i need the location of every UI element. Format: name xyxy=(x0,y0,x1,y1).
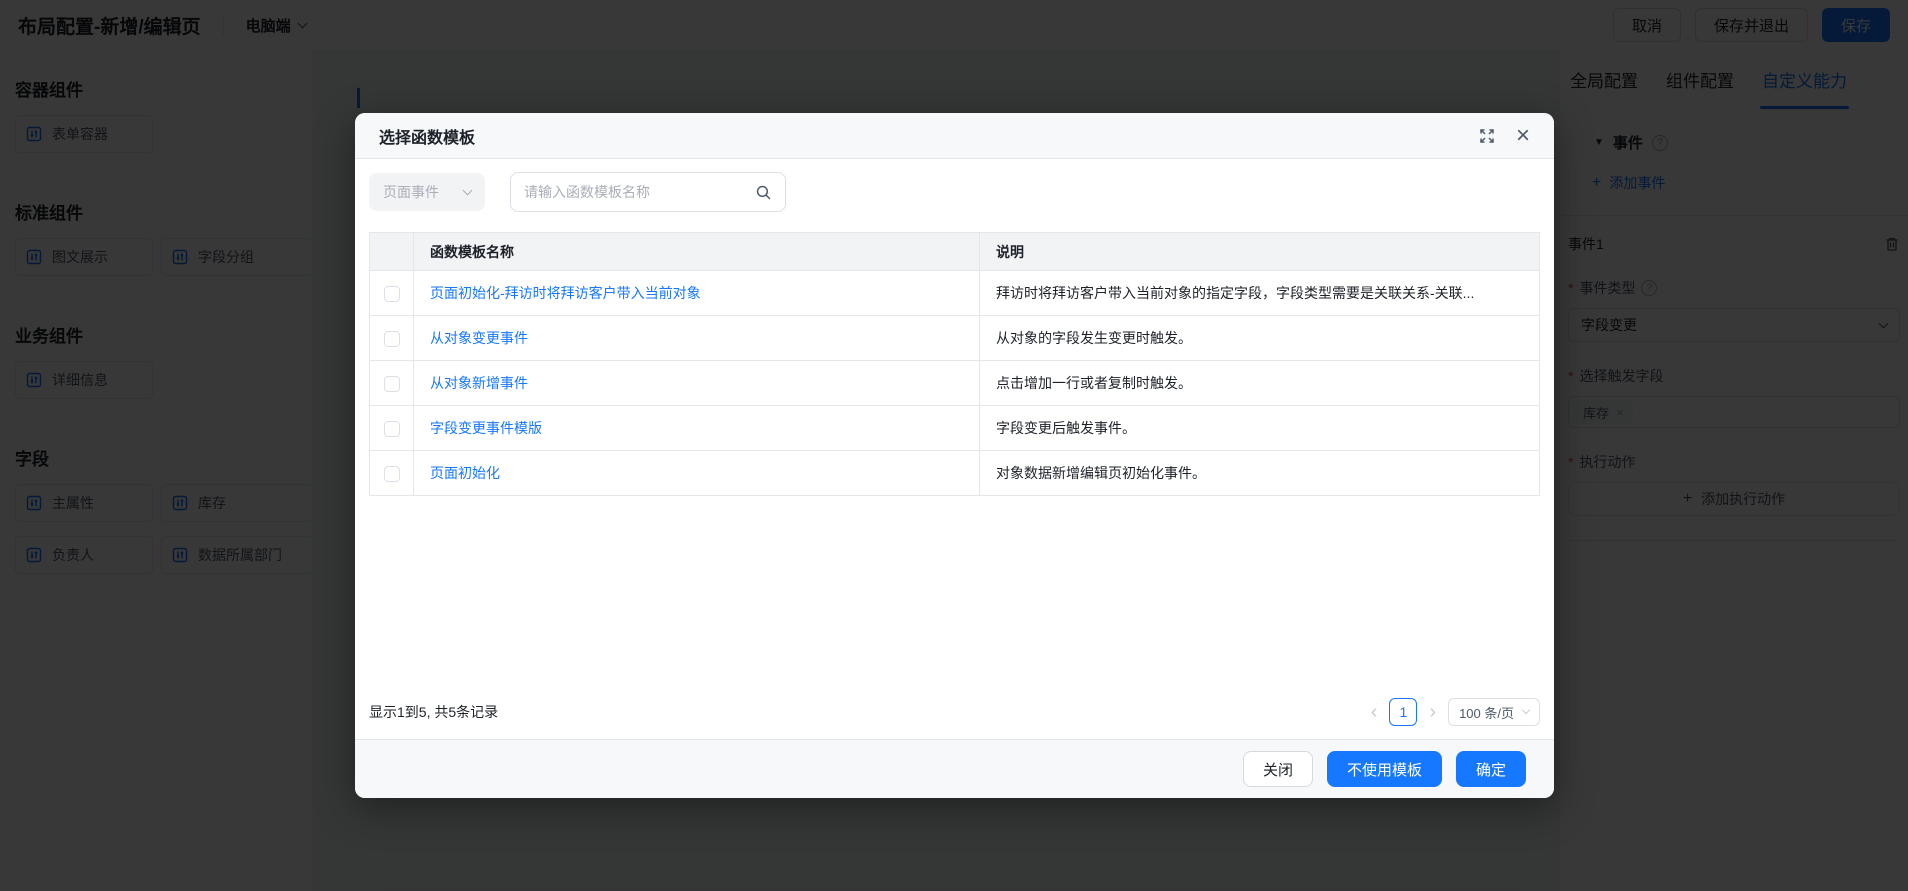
no-template-button[interactable]: 不使用模板 xyxy=(1326,751,1442,787)
template-search-box xyxy=(510,172,786,212)
table-row: 页面初始化 对象数据新增编辑页初始化事件。 xyxy=(369,450,1540,496)
search-input[interactable] xyxy=(524,184,747,200)
template-desc: 对象数据新增编辑页初始化事件。 xyxy=(979,450,1540,496)
dialog-header: 选择函数模板 × xyxy=(355,113,1554,159)
row-checkbox[interactable] xyxy=(383,285,400,302)
column-header-desc: 说明 xyxy=(979,232,1540,271)
template-desc: 拜访时将拜访客户带入当前对象的指定字段，字段类型需要是关联关系-关联... xyxy=(979,270,1540,316)
select-all-header-cell xyxy=(369,232,414,271)
template-name-link[interactable]: 页面初始化-拜访时将拜访客户带入当前对象 xyxy=(430,285,701,301)
page-size-value: 100 条/页 xyxy=(1459,705,1514,721)
table-row: 字段变更事件模版 字段变更后触发事件。 xyxy=(369,405,1540,451)
column-header-name: 函数模板名称 xyxy=(413,232,980,271)
row-checkbox[interactable] xyxy=(383,465,400,482)
page-size-select[interactable]: 100 条/页 xyxy=(1448,698,1540,726)
search-icon[interactable] xyxy=(755,184,772,201)
template-name-link[interactable]: 字段变更事件模版 xyxy=(430,420,542,436)
template-desc: 字段变更后触发事件。 xyxy=(979,405,1540,451)
chevron-down-icon xyxy=(1521,705,1531,715)
table-row: 从对象变更事件 从对象的字段发生变更时触发。 xyxy=(369,315,1540,361)
table-header-row: 函数模板名称 说明 xyxy=(369,232,1540,271)
close-button[interactable]: 关闭 xyxy=(1242,751,1313,787)
select-function-template-dialog: 选择函数模板 × 页面事件 请输入函数模板名称 函数模板名称 说明 页面初始化-… xyxy=(355,113,1554,798)
row-checkbox[interactable] xyxy=(383,420,400,437)
close-icon[interactable]: × xyxy=(1516,123,1530,148)
template-table: 函数模板名称 说明 页面初始化-拜访时将拜访客户带入当前对象 拜访时将拜访客户带… xyxy=(369,232,1540,496)
template-name-link[interactable]: 页面初始化 xyxy=(430,465,500,481)
template-desc: 从对象的字段发生变更时触发。 xyxy=(979,315,1540,361)
dialog-footer: 关闭 不使用模板 确定 xyxy=(355,739,1554,798)
table-row: 从对象新增事件 点击增加一行或者复制时触发。 xyxy=(369,360,1540,406)
confirm-button[interactable]: 确定 xyxy=(1455,751,1526,787)
event-category-select[interactable]: 页面事件 xyxy=(369,173,485,211)
dialog-title: 选择函数模板 xyxy=(379,129,476,147)
row-checkbox[interactable] xyxy=(383,330,400,347)
fullscreen-icon[interactable] xyxy=(1478,127,1496,145)
dialog-toolbar: 页面事件 xyxy=(355,159,1554,212)
pagination-controls: ‹ 1 › 100 条/页 xyxy=(1369,698,1540,726)
template-desc: 点击增加一行或者复制时触发。 xyxy=(979,360,1540,406)
page-number-button[interactable]: 1 xyxy=(1389,698,1418,726)
dialog-header-icons: × xyxy=(1478,123,1530,148)
pagination: 显示1到5, 共5条记录 ‹ 1 › 100 条/页 xyxy=(369,698,1540,726)
dialog-body: 函数模板名称 说明 页面初始化-拜访时将拜访客户带入当前对象 拜访时将拜访客户带… xyxy=(355,212,1554,739)
template-name-link[interactable]: 从对象新增事件 xyxy=(430,375,528,391)
event-category-value: 页面事件 xyxy=(383,184,439,200)
chevron-down-icon xyxy=(462,185,473,195)
template-name-link[interactable]: 从对象变更事件 xyxy=(430,330,528,346)
row-checkbox[interactable] xyxy=(383,375,400,392)
next-page-icon[interactable]: › xyxy=(1427,702,1438,722)
table-row: 页面初始化-拜访时将拜访客户带入当前对象 拜访时将拜访客户带入当前对象的指定字段… xyxy=(369,270,1540,316)
pagination-summary: 显示1到5, 共5条记录 xyxy=(369,704,499,720)
prev-page-icon[interactable]: ‹ xyxy=(1369,702,1380,722)
